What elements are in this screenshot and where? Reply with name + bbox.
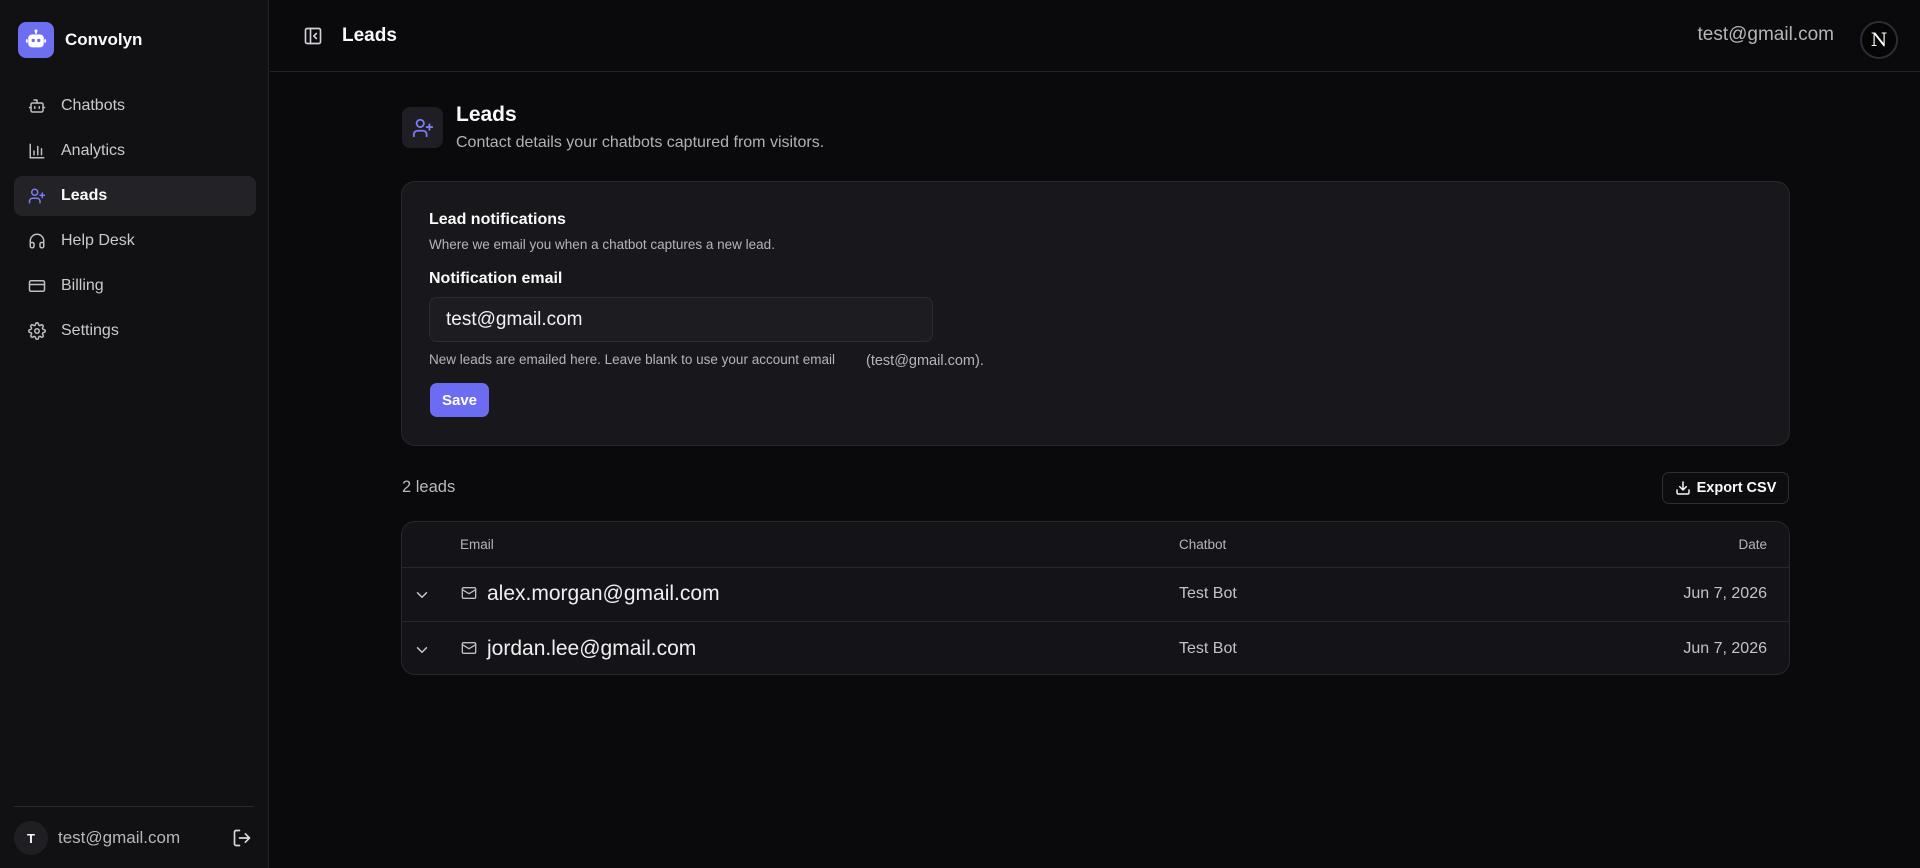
- account-avatar[interactable]: N: [1860, 21, 1898, 59]
- card-description: Where we email you when a chatbot captur…: [429, 237, 775, 252]
- export-csv-button[interactable]: Export CSV: [1662, 472, 1789, 504]
- download-icon: [1675, 480, 1691, 496]
- sidebar-item-label: Help Desk: [61, 232, 135, 249]
- sidebar-item-chatbots[interactable]: Chatbots: [14, 86, 256, 126]
- lead-chatbot: Test Bot: [1179, 585, 1237, 602]
- sidebar-toggle-icon[interactable]: [303, 26, 323, 46]
- sidebar: Convolyn Chatbots Analytics Leads Help D…: [0, 0, 269, 868]
- credit-card-icon: [27, 276, 47, 296]
- sidebar-item-billing[interactable]: Billing: [14, 266, 256, 306]
- mail-icon: [461, 640, 477, 656]
- table-row[interactable]: alex.morgan@gmail.com Test Bot Jun 7, 20…: [402, 568, 1789, 622]
- lead-email: jordan.lee@gmail.com: [487, 637, 697, 660]
- sidebar-item-label: Leads: [61, 187, 108, 204]
- top-header: Leads test@gmail.com N: [270, 0, 1920, 72]
- avatar[interactable]: T: [14, 821, 48, 855]
- sidebar-nav: Chatbots Analytics Leads Help Desk Billi…: [14, 86, 256, 356]
- sidebar-item-label: Analytics: [61, 142, 126, 159]
- sidebar-divider: [14, 806, 254, 807]
- lead-notifications-card: Lead notifications Where we email you wh…: [401, 181, 1790, 446]
- page-subtitle: Contact details your chatbots captured f…: [456, 134, 825, 151]
- notification-email-field[interactable]: [429, 297, 933, 342]
- headset-icon: [27, 231, 47, 251]
- column-header-chatbot[interactable]: Chatbot: [1179, 537, 1226, 552]
- gear-icon: [27, 321, 47, 341]
- card-title: Lead notifications: [429, 211, 566, 228]
- sidebar-item-label: Chatbots: [61, 97, 126, 114]
- header-title: Leads: [342, 25, 397, 46]
- brand-name: Convolyn: [65, 30, 143, 49]
- notification-email-label: Notification email: [429, 270, 563, 287]
- sidebar-user: T test@gmail.com: [14, 820, 256, 856]
- leads-table: Email Chatbot Date alex.morgan@gmail.com…: [401, 521, 1790, 675]
- mail-icon: [461, 585, 477, 601]
- save-button[interactable]: Save: [430, 383, 489, 417]
- robot-logo-icon: [18, 22, 54, 58]
- user-plus-icon: [27, 186, 47, 206]
- lead-chatbot: Test Bot: [1179, 640, 1237, 657]
- page-title: Leads: [456, 103, 517, 126]
- lead-date: Jun 7, 2026: [1683, 585, 1767, 602]
- header-user-email: test@gmail.com: [1697, 24, 1835, 45]
- sidebar-item-label: Settings: [61, 322, 119, 339]
- column-header-email[interactable]: Email: [460, 537, 494, 552]
- sidebar-item-settings[interactable]: Settings: [14, 311, 256, 351]
- sidebar-item-help-desk[interactable]: Help Desk: [14, 221, 256, 261]
- sidebar-item-leads[interactable]: Leads: [14, 176, 256, 216]
- table-header: Email Chatbot Date: [402, 522, 1789, 568]
- sidebar-item-label: Billing: [61, 277, 104, 294]
- brand[interactable]: Convolyn: [18, 22, 142, 58]
- column-header-date[interactable]: Date: [1738, 537, 1767, 552]
- lead-email: alex.morgan@gmail.com: [487, 582, 720, 605]
- sidebar-item-analytics[interactable]: Analytics: [14, 131, 256, 171]
- chevron-down-icon[interactable]: [413, 586, 431, 604]
- help-account-email: (test@gmail.com).: [866, 353, 984, 369]
- lead-date: Jun 7, 2026: [1683, 640, 1767, 657]
- export-csv-label: Export CSV: [1696, 480, 1777, 496]
- bot-icon: [27, 96, 47, 116]
- lead-count: 2 leads: [402, 478, 456, 496]
- sidebar-user-email: test@gmail.com: [58, 828, 181, 847]
- bar-chart-icon: [27, 141, 47, 161]
- help-text: New leads are emailed here. Leave blank …: [429, 352, 835, 367]
- table-row[interactable]: jordan.lee@gmail.com Test Bot Jun 7, 202…: [402, 623, 1789, 674]
- logout-icon[interactable]: [232, 828, 252, 848]
- chevron-down-icon[interactable]: [413, 641, 431, 659]
- user-plus-icon: [402, 107, 443, 148]
